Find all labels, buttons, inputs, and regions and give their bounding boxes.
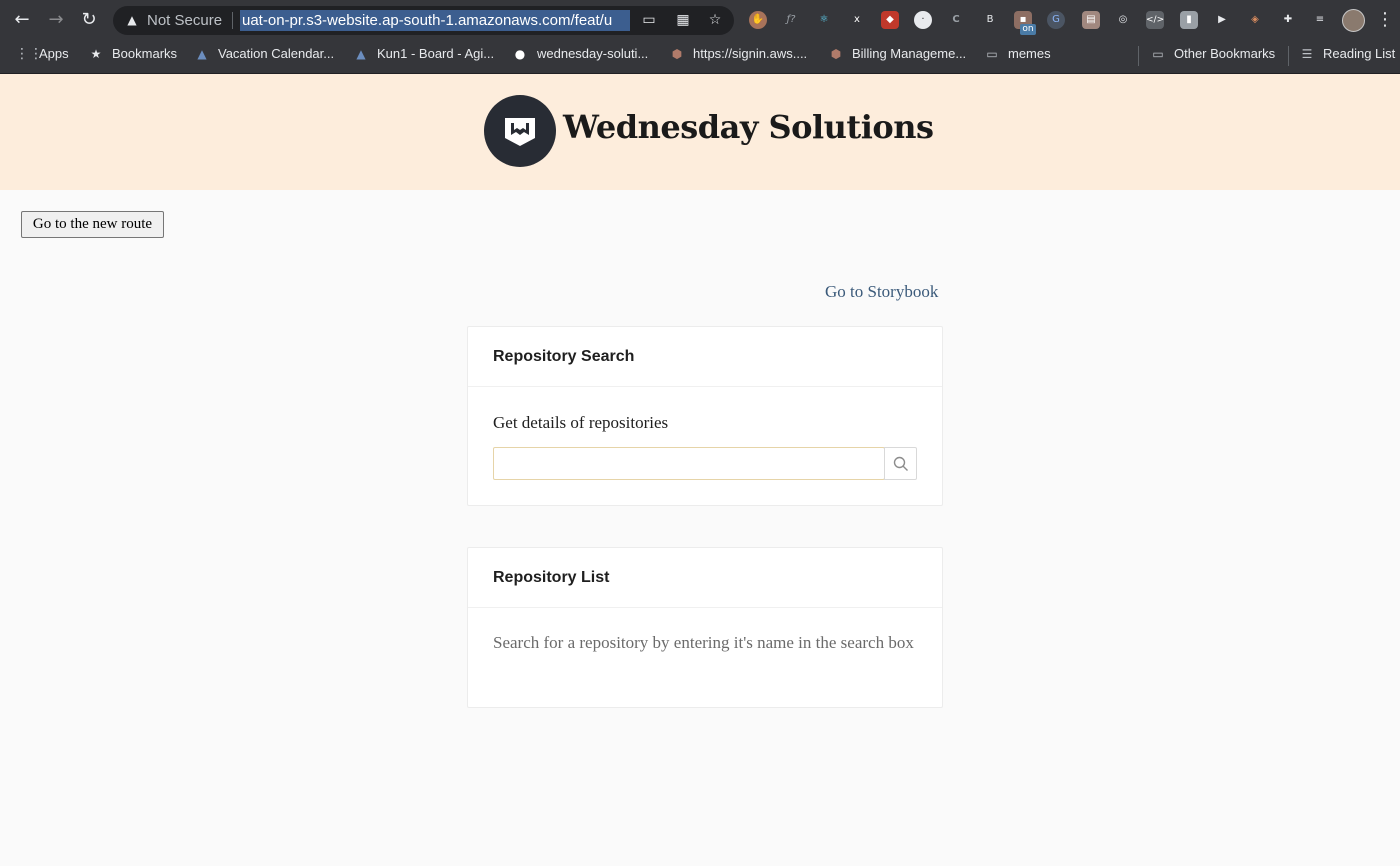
extension-play-icon[interactable]: ▶ (1213, 11, 1231, 29)
menu-dots-icon[interactable]: ⋮ (1376, 6, 1394, 34)
repository-search-card: Repository Search Get details of reposit… (467, 326, 943, 506)
logo-w-icon (505, 118, 535, 146)
bookmark-billing[interactable]: Billing Manageme... (852, 43, 966, 65)
search-icon (893, 456, 908, 471)
go-to-new-route-button[interactable]: Go to the new route (21, 211, 164, 238)
apps-grid-icon[interactable]: ▦ (674, 11, 692, 29)
extension-function-icon[interactable]: ƒ? (782, 11, 800, 29)
brand-title: Wednesday Solutions (563, 108, 934, 146)
profile-avatar[interactable] (1342, 9, 1365, 32)
extension-hand-icon[interactable]: ✋ (749, 11, 767, 29)
extension-brown-icon[interactable]: ▤ (1082, 11, 1100, 29)
search-label: Get details of repositories (493, 413, 669, 432)
search-button[interactable] (884, 447, 917, 480)
star-icon: ★ (90, 47, 102, 61)
extension-x-icon[interactable]: x (848, 11, 866, 29)
extension-code-icon[interactable]: </> (1146, 11, 1164, 29)
cast-icon[interactable]: ▭ (640, 11, 658, 29)
bookmark-memes[interactable]: memes (1008, 43, 1051, 65)
star-icon[interactable]: ☆ (706, 11, 724, 29)
azure-icon: ▲ (197, 47, 207, 61)
extension-b-icon[interactable]: B (981, 11, 999, 29)
wednesday-logo (484, 95, 556, 167)
bookmark-vacation-calendar[interactable]: Vacation Calendar... (218, 43, 334, 65)
media-queue-icon[interactable]: ≡ (1311, 11, 1329, 29)
reload-icon[interactable]: ↻ (75, 6, 103, 34)
aws-hexagon-icon: ⬢ (671, 47, 683, 61)
apps-grid-icon: ⋮⋮ (15, 46, 43, 62)
storybook-link[interactable]: Go to Storybook (825, 282, 938, 302)
repository-list-card: Repository List Search for a repository … (467, 547, 943, 708)
browser-toolbar: ← → ↻ ▲ Not Secure uat-on-pr.s3-website.… (0, 0, 1400, 40)
reading-list[interactable]: Reading List (1323, 43, 1395, 65)
bookmark-aws-signin[interactable]: https://signin.aws.... (693, 43, 807, 65)
page-header: Wednesday Solutions (0, 74, 1400, 190)
extension-c-icon[interactable]: C (947, 11, 965, 29)
metamask-icon[interactable]: ◈ (1246, 11, 1264, 29)
warning-icon: ▲ (127, 13, 137, 27)
bookmark-wednesday-solutions[interactable]: wednesday-soluti... (537, 43, 648, 65)
folder-icon: ▭ (986, 47, 998, 61)
react-devtools-icon[interactable]: ⚛ (815, 11, 833, 29)
reading-list-icon: ☰ (1301, 47, 1313, 61)
other-bookmarks[interactable]: Other Bookmarks (1174, 43, 1275, 65)
address-bar[interactable]: ▲ Not Secure uat-on-pr.s3-website.ap-sou… (113, 6, 734, 35)
forward-arrow-icon[interactable]: → (42, 6, 70, 34)
empty-state-message: Search for a repository by entering it's… (493, 633, 914, 652)
extension-badge: on (1020, 24, 1036, 35)
url-text[interactable]: uat-on-pr.s3-website.ap-south-1.amazonaw… (240, 10, 630, 31)
bookmark-kun1-board[interactable]: Kun1 - Board - Agi... (377, 43, 494, 65)
bookmark-bookmarks[interactable]: Bookmarks (112, 43, 177, 65)
repository-search-input[interactable] (493, 447, 885, 480)
extension-dots-icon[interactable]: · (914, 11, 932, 29)
azure-icon: ▲ (356, 47, 366, 61)
github-icon: ● (514, 47, 526, 61)
extension-grey-icon[interactable]: ▮ (1180, 11, 1198, 29)
extension-target-icon[interactable]: ◎ (1114, 11, 1132, 29)
aws-hexagon-icon: ⬢ (830, 47, 842, 61)
bookmarks-divider (1138, 46, 1139, 66)
repository-search-title: Repository Search (468, 327, 942, 387)
grammarly-icon[interactable]: G (1047, 11, 1065, 29)
bookmark-apps[interactable]: Apps (39, 43, 69, 65)
repository-list-title: Repository List (468, 548, 942, 608)
back-arrow-icon[interactable]: ← (8, 6, 36, 34)
omnibox-divider (232, 12, 233, 29)
extension-red-icon[interactable]: ◆ (881, 11, 899, 29)
security-label: Not Secure (147, 12, 223, 29)
bookmarks-divider (1288, 46, 1289, 66)
folder-icon: ▭ (1152, 47, 1164, 61)
extensions-puzzle-icon[interactable]: ✚ (1279, 11, 1297, 29)
